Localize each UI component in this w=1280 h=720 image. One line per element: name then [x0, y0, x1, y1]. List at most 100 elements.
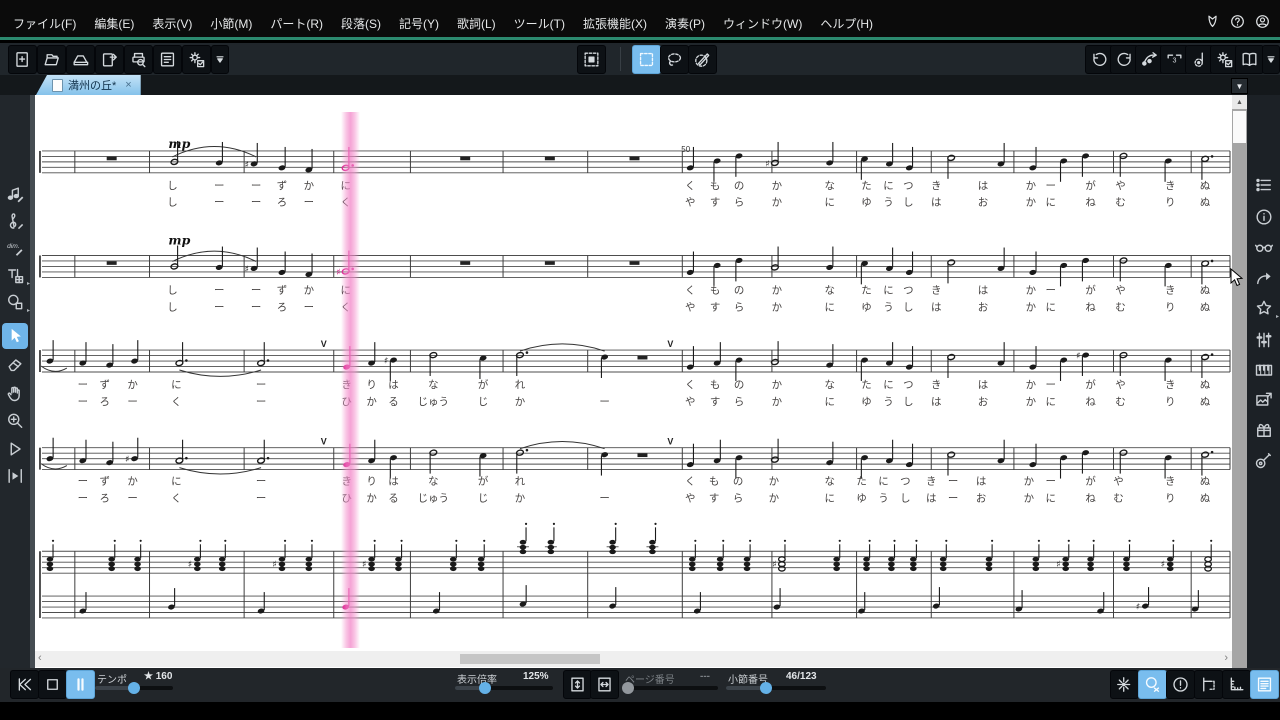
lyric-syllable: う	[878, 492, 888, 504]
lyric-syllable: う	[883, 396, 893, 408]
color-notes-button[interactable]	[1110, 670, 1139, 699]
rect-select-button[interactable]	[632, 45, 661, 74]
brush-select-button[interactable]	[688, 45, 717, 74]
hscroll-thumb[interactable]	[460, 654, 600, 664]
lyric-syllable: た	[861, 379, 871, 391]
tool-play-selection[interactable]	[2, 463, 28, 489]
window-list-button[interactable]: ▼	[1231, 78, 1248, 94]
measure-slider[interactable]	[726, 682, 826, 694]
lyric-syllable: り	[366, 379, 376, 391]
panel-info[interactable]	[1251, 204, 1277, 230]
lyric-syllable: ー	[251, 301, 261, 313]
lyric-syllable: く	[685, 284, 695, 296]
fit-width-button[interactable]	[590, 670, 619, 699]
help-button[interactable]	[1229, 13, 1247, 31]
score-page[interactable]: ♯♯♯♯♯♯♯♯♯♯♯♯♯♯しーーずかにくものかなたにつきはかーがやきぬしーーろ…	[30, 95, 1232, 668]
menu-item-8[interactable]: 歌詞(L)	[448, 13, 505, 34]
tempo-slider-knob[interactable]	[128, 682, 140, 694]
lyric-syllable: す	[709, 492, 719, 504]
panel-favorites-star[interactable]: ▸	[1251, 295, 1279, 321]
menu-item-12[interactable]: ウィンドウ(W)	[714, 13, 811, 34]
page-slider-knob[interactable]	[621, 682, 634, 694]
tool-zoom-in[interactable]	[2, 408, 28, 434]
vertical-scrollbar[interactable]: ▲	[1232, 95, 1247, 668]
tool-hand-pan[interactable]	[2, 380, 28, 406]
new-document-button[interactable]	[8, 45, 37, 74]
panel-guitar[interactable]	[1251, 447, 1277, 473]
zoom-slider[interactable]	[455, 682, 553, 694]
menu-item-4[interactable]: 小節(M)	[201, 13, 261, 34]
menu-item-10[interactable]: 拡張機能(X)	[574, 13, 656, 34]
tool-shape-edit[interactable]: ▸	[2, 289, 30, 315]
lyric-syllable: ー	[948, 476, 958, 488]
menu-item-1[interactable]: ファイル(F)	[4, 13, 85, 34]
scroll-right-icon[interactable]: ›	[1224, 652, 1228, 664]
score-properties-button[interactable]	[153, 45, 182, 74]
lyric-syllable: や	[1115, 180, 1125, 192]
menu-item-11[interactable]: 演奏(P)	[656, 13, 714, 34]
tool-note-edit[interactable]	[2, 181, 28, 207]
beginner-mark-button[interactable]	[1204, 13, 1222, 31]
print-preview-button[interactable]	[124, 45, 153, 74]
lyric-syllable: ら	[734, 396, 744, 408]
lyric-syllable: ー	[78, 396, 88, 408]
side-panel-button[interactable]	[1250, 670, 1279, 699]
zoom-in-icon	[8, 413, 23, 428]
lyric-syllable: ー	[214, 301, 224, 313]
vscroll-thumb[interactable]	[1233, 111, 1246, 143]
panel-parts-list[interactable]	[1251, 172, 1277, 198]
tool-dynamics-edit[interactable]: dim.	[2, 235, 28, 261]
menu-item-13[interactable]: ヘルプ(H)	[811, 13, 882, 34]
tempo-slider[interactable]	[95, 682, 173, 694]
menu-item-6[interactable]: 段落(S)	[332, 13, 390, 34]
panel-mixer[interactable]	[1251, 327, 1277, 353]
region-select-button[interactable]	[577, 45, 606, 74]
open-folder-button[interactable]	[37, 45, 66, 74]
panel-piano-keyboard[interactable]	[1251, 357, 1277, 383]
svg-text:♯: ♯	[1056, 560, 1060, 570]
tool-play[interactable]	[2, 436, 28, 462]
page-slider[interactable]	[621, 682, 718, 694]
menu-item-5[interactable]: パート(R)	[261, 13, 332, 34]
zoom-slider-knob[interactable]	[479, 682, 492, 694]
menu-item-9[interactable]: ツール(T)	[505, 13, 574, 34]
tool-lyrics-edit[interactable]: ▸	[2, 262, 30, 288]
menu-item-2[interactable]: 編集(E)	[85, 13, 143, 34]
menu-item-7[interactable]: 記号(Y)	[390, 13, 448, 34]
pause-button[interactable]	[66, 670, 95, 699]
scan-button[interactable]	[66, 45, 95, 74]
rewind-start-button[interactable]	[10, 670, 39, 699]
tab-close-icon[interactable]: ×	[125, 79, 131, 91]
warnings-button[interactable]	[1166, 670, 1195, 699]
tool-eraser[interactable]	[2, 352, 28, 378]
scroll-up-icon[interactable]: ▲	[1232, 95, 1247, 109]
settings-check-button[interactable]	[182, 45, 211, 74]
breath-mark: V	[321, 437, 327, 447]
lasso-select-button[interactable]	[660, 45, 689, 74]
scroll-left-icon[interactable]: ‹	[38, 652, 42, 664]
fit-page-button[interactable]	[563, 670, 592, 699]
ruler-button[interactable]	[1222, 670, 1251, 699]
horizontal-scrollbar[interactable]: ‹ ›	[35, 651, 1232, 667]
panel-image-export[interactable]	[1251, 387, 1277, 413]
tool-select-cursor[interactable]	[2, 323, 28, 349]
layout-guides-button[interactable]	[1194, 670, 1223, 699]
account-button[interactable]	[1254, 13, 1272, 31]
hide-marks-button[interactable]	[1138, 670, 1167, 699]
dropdown-button[interactable]	[211, 45, 229, 74]
lyric-syllable: り	[1165, 197, 1175, 209]
panel-gift[interactable]	[1251, 417, 1277, 443]
stop-button[interactable]	[38, 670, 67, 699]
score-canvas: ♯♯♯♯♯♯♯♯♯♯♯♯♯♯しーーずかにくものかなたにつきはかーがやきぬしーーろ…	[39, 136, 1231, 619]
dropdown-button[interactable]	[1262, 45, 1280, 74]
lyric-syllable: は	[931, 197, 941, 209]
save-as-button[interactable]	[95, 45, 124, 74]
panel-share-arrow[interactable]	[1251, 265, 1277, 291]
measure-slider-knob[interactable]	[760, 682, 772, 694]
menu-item-3[interactable]: 表示(V)	[143, 13, 201, 34]
panel-proof-glasses[interactable]	[1251, 234, 1277, 260]
lyric-syllable: の	[734, 379, 744, 391]
page-view-button[interactable]	[1235, 45, 1264, 74]
tab-score-document[interactable]: 満州の丘* ×	[36, 75, 141, 95]
tool-clef-edit[interactable]	[2, 208, 28, 234]
